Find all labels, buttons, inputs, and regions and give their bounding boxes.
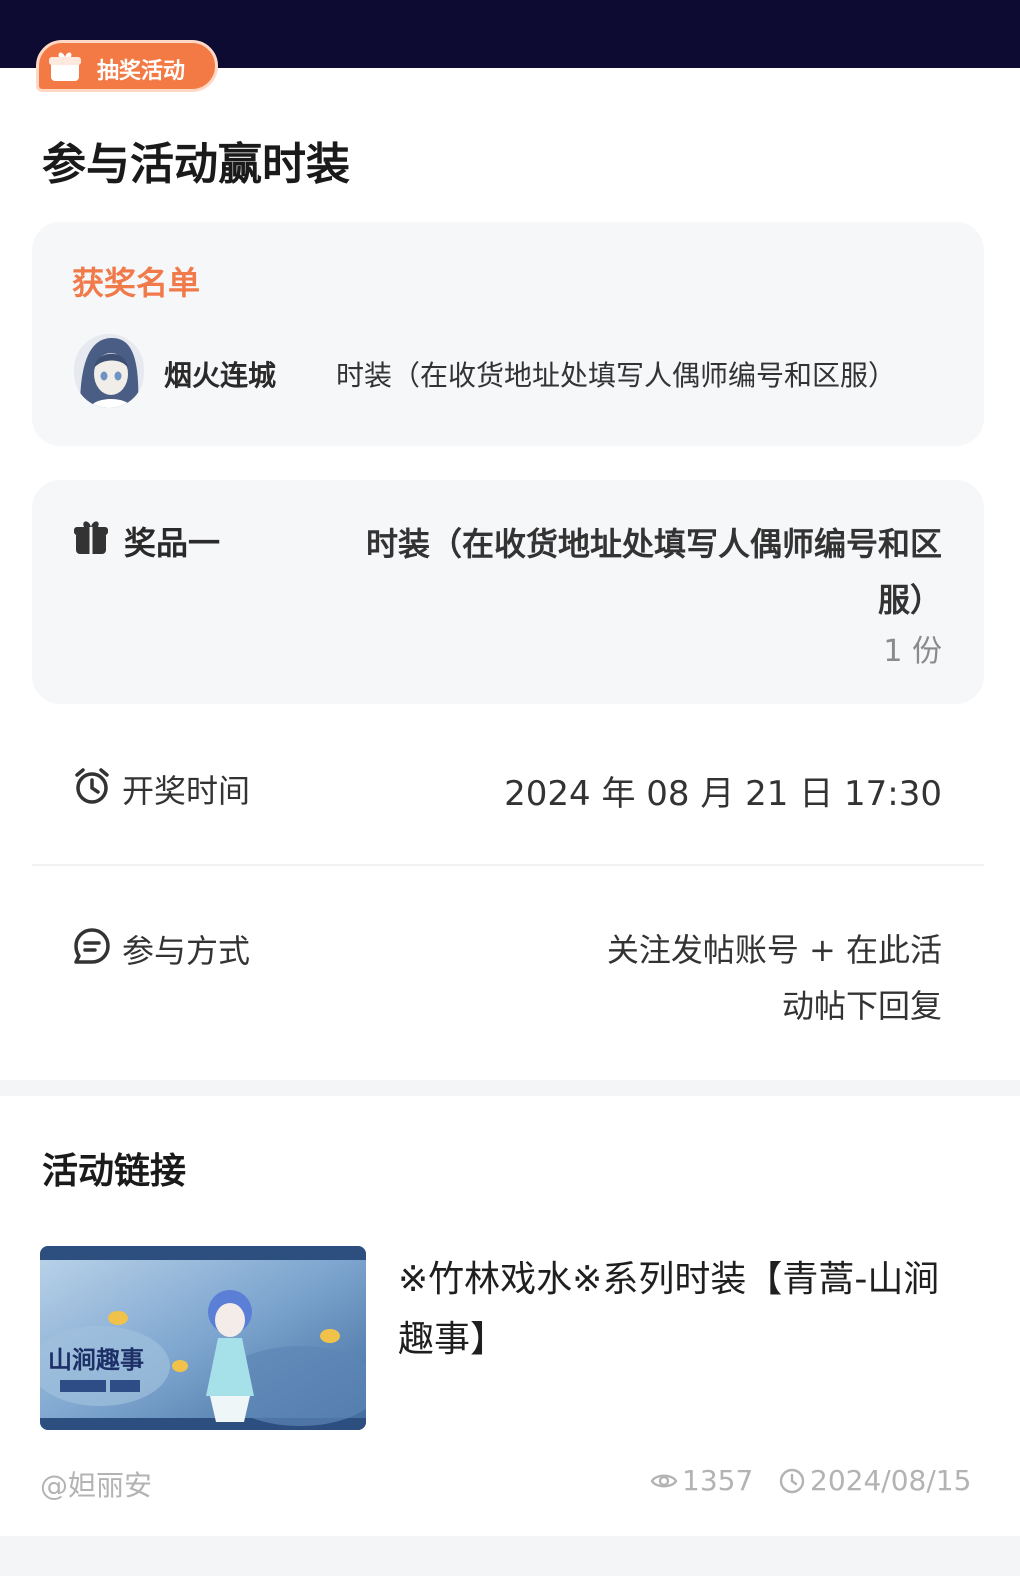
- post-views: 1357: [650, 1464, 753, 1497]
- draw-time-label: 开奖时间: [122, 772, 251, 810]
- gift-icon: [49, 52, 81, 81]
- winners-card: 获奖名单 烟火连城 时装（在收货地址处填写人偶师编号和区服）: [32, 222, 984, 446]
- chat-icon: [74, 928, 110, 964]
- winner-name[interactable]: 烟火连城: [164, 354, 276, 394]
- post-thumbnail[interactable]: 山涧趣事: [40, 1246, 366, 1430]
- page-title: 参与活动赢时装: [42, 139, 350, 190]
- prize-card: 奖品一 时装（在收货地址处填写人偶师编号和区服） 1 份: [32, 480, 984, 704]
- gift-icon: [74, 521, 108, 554]
- badge-label: 抽奖活动: [97, 59, 186, 84]
- eye-icon: [650, 1474, 678, 1487]
- links-title: 活动链接: [42, 1151, 187, 1192]
- post-date: 2024/08/15: [778, 1464, 971, 1497]
- join-method-label: 参与方式: [122, 932, 251, 970]
- date-value: 2024/08/15: [810, 1464, 972, 1497]
- lottery-badge: 抽奖活动: [36, 40, 218, 92]
- prize-description: 时装（在收货地址处填写人偶师编号和区服）: [365, 525, 942, 619]
- prize-label: 奖品一: [124, 524, 221, 562]
- draw-time-value: 2024 年 08 月 21 日 17:30: [504, 774, 942, 814]
- bottom-separator: [0, 1536, 1020, 1576]
- post-title[interactable]: ※竹林戏水※系列时装【青蒿-山涧趣事】: [398, 1250, 958, 1370]
- views-count: 1357: [682, 1464, 754, 1497]
- winners-title: 获奖名单: [72, 264, 201, 302]
- avatar[interactable]: [74, 334, 144, 408]
- divider: [32, 864, 984, 866]
- prize-count: 1 份: [883, 634, 942, 669]
- join-method-value: 关注发帖账号 + 在此活动帖下回复: [606, 931, 942, 1025]
- alarm-clock-icon: [75, 768, 109, 804]
- thumbnail-title: 山涧趣事: [48, 1345, 144, 1374]
- winner-prize: 时装（在收货地址处填写人偶师编号和区服）: [336, 359, 897, 392]
- post-author[interactable]: @妲丽安: [40, 1464, 152, 1504]
- section-separator: [0, 1080, 1020, 1096]
- clock-icon: [779, 1468, 805, 1493]
